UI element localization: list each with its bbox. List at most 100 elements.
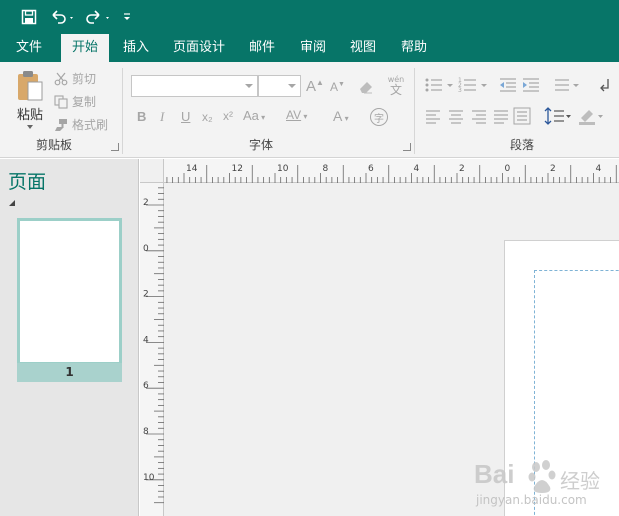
watermark-brand: Bai xyxy=(474,459,515,489)
tab-mailings[interactable]: 邮件 xyxy=(240,34,284,62)
format-painter-icon xyxy=(55,118,67,131)
horizontal-ruler-ticks: 14 12 10 8 6 4 2 0 2 4 xyxy=(166,164,617,183)
redo-icon[interactable] xyxy=(84,6,114,28)
chevron-down-icon xyxy=(288,84,296,88)
thumbnail-page xyxy=(20,221,119,362)
vertical-ruler-ticks: 2 0 2 4 6 8 10 xyxy=(143,187,164,504)
shading-icon[interactable] xyxy=(577,106,605,126)
menu-tabs: 文件 开始 插入 页面设计 邮件 审阅 视图 帮助 xyxy=(0,34,619,62)
format-painter-label: 格式刷 xyxy=(72,118,109,132)
ruler-corner xyxy=(140,159,164,183)
scissors-icon xyxy=(54,72,68,85)
clipboard-group-label: 剪贴板 xyxy=(35,138,72,152)
text-direction-icon[interactable] xyxy=(596,76,614,94)
tab-help[interactable]: 帮助 xyxy=(392,34,436,62)
justify-icon[interactable] xyxy=(492,108,510,124)
superscript-button[interactable]: x² xyxy=(223,109,233,123)
clipboard-launcher-icon[interactable] xyxy=(111,143,119,151)
font-size-combo[interactable] xyxy=(258,75,301,97)
eraser-icon xyxy=(360,82,372,94)
title-bar xyxy=(0,0,619,34)
watermark-brand-cn: 经验 xyxy=(560,469,600,493)
subscript-button[interactable]: x₂ xyxy=(202,110,213,124)
ruler-label: 6 xyxy=(368,164,374,174)
paste-icon xyxy=(18,71,43,101)
ruler-label: 10 xyxy=(277,164,289,174)
ruler-label: 2 xyxy=(550,164,556,174)
ruler-label: 4 xyxy=(414,164,420,174)
paste-dropdown-icon xyxy=(27,125,33,129)
ruler-label: 2 xyxy=(459,164,465,174)
underline-button[interactable]: U xyxy=(181,109,190,124)
ruler-label: 4 xyxy=(143,335,149,345)
phonetic-guide-button[interactable]: wén 文 xyxy=(385,73,407,99)
ruler-label: 6 xyxy=(143,381,149,391)
copy-icon xyxy=(54,94,68,109)
paragraph-group-label: 段落 xyxy=(509,138,534,152)
font-color-label: A xyxy=(333,108,343,124)
clear-formatting-button[interactable] xyxy=(355,76,377,98)
tab-page-design[interactable]: 页面设计 xyxy=(167,34,231,62)
group-separator xyxy=(122,68,123,154)
ruler-label: 2 xyxy=(143,198,149,208)
copy-button[interactable]: 复制 xyxy=(54,93,96,110)
ruler-label: 10 xyxy=(143,473,155,483)
format-painter-button[interactable]: 格式刷 xyxy=(54,116,108,133)
horizontal-ruler[interactable]: 14 12 10 8 6 4 2 0 2 4 xyxy=(164,159,619,183)
align-right-icon[interactable] xyxy=(470,108,488,124)
italic-button[interactable]: I xyxy=(160,109,164,125)
cut-button[interactable]: 剪切 xyxy=(54,70,96,87)
group-separator xyxy=(414,68,415,154)
vertical-ruler[interactable]: 2 0 2 4 6 8 10 xyxy=(140,183,164,516)
shrink-font-label: A xyxy=(330,80,339,94)
font-launcher-icon[interactable] xyxy=(403,143,411,151)
change-case-button[interactable]: Aa ▾ xyxy=(243,108,265,123)
bold-button[interactable]: B xyxy=(137,109,146,124)
page-number-label: 1 xyxy=(17,363,122,382)
bullets-icon[interactable] xyxy=(424,76,456,94)
align-center-icon[interactable] xyxy=(447,108,465,124)
page-thumbnail[interactable]: 1 xyxy=(17,218,122,382)
paste-button[interactable]: 粘贴 xyxy=(14,70,46,132)
align-left-icon[interactable] xyxy=(424,108,442,124)
tab-review[interactable]: 审阅 xyxy=(291,34,335,62)
tab-file[interactable]: 文件 xyxy=(6,34,52,62)
ribbon: 粘贴 剪切 复制 格式刷 剪贴板 A▲ A▼ wén 文 B I U x₂ x²… xyxy=(0,62,619,158)
increase-indent-icon[interactable] xyxy=(521,76,541,94)
watermark-url: jingyan.baidu.com xyxy=(476,493,587,507)
font-group-label: 字体 xyxy=(248,138,273,152)
undo-icon[interactable] xyxy=(48,6,78,28)
ruler-label: 2 xyxy=(143,290,149,300)
collapse-triangle-icon[interactable] xyxy=(8,199,16,207)
character-spacing-button[interactable]: AV ▾ xyxy=(286,108,307,122)
svg-text:3: 3 xyxy=(458,87,462,94)
grow-font-button[interactable]: A▲ xyxy=(306,78,324,95)
numbering-icon[interactable]: 1 2 3 xyxy=(458,76,490,94)
tab-view[interactable]: 视图 xyxy=(341,34,385,62)
ruler-label: 12 xyxy=(232,164,243,174)
ruler-label: 0 xyxy=(143,244,149,254)
distributed-icon[interactable] xyxy=(513,107,531,125)
customize-icon[interactable] xyxy=(120,6,134,28)
line-spacing-icon[interactable] xyxy=(544,106,572,126)
chevron-down-icon xyxy=(245,84,253,88)
grow-font-label: A xyxy=(306,78,317,95)
ruler-label: 8 xyxy=(143,427,149,437)
ruler-label: 14 xyxy=(186,164,198,174)
ruler-label: 0 xyxy=(505,164,511,174)
enclosed-character-button[interactable]: 字 xyxy=(370,108,388,126)
decrease-indent-icon[interactable] xyxy=(498,76,518,94)
ruler-label: 8 xyxy=(323,164,329,174)
columns-icon[interactable] xyxy=(553,76,581,94)
shrink-font-button[interactable]: A▼ xyxy=(330,80,345,94)
baidu-watermark: Bai 经验 jingyan.baidu.com xyxy=(472,457,616,513)
font-color-button[interactable]: A ▾ xyxy=(333,108,349,124)
char-spacing-label: AV xyxy=(286,108,302,122)
margin-guide-horizontal xyxy=(534,270,619,271)
font-name-combo[interactable] xyxy=(131,75,258,97)
tab-insert[interactable]: 插入 xyxy=(114,34,158,62)
tab-home[interactable]: 开始 xyxy=(61,34,109,62)
save-icon[interactable] xyxy=(18,6,40,28)
change-case-label: Aa xyxy=(243,108,259,123)
cut-label: 剪切 xyxy=(72,72,97,86)
